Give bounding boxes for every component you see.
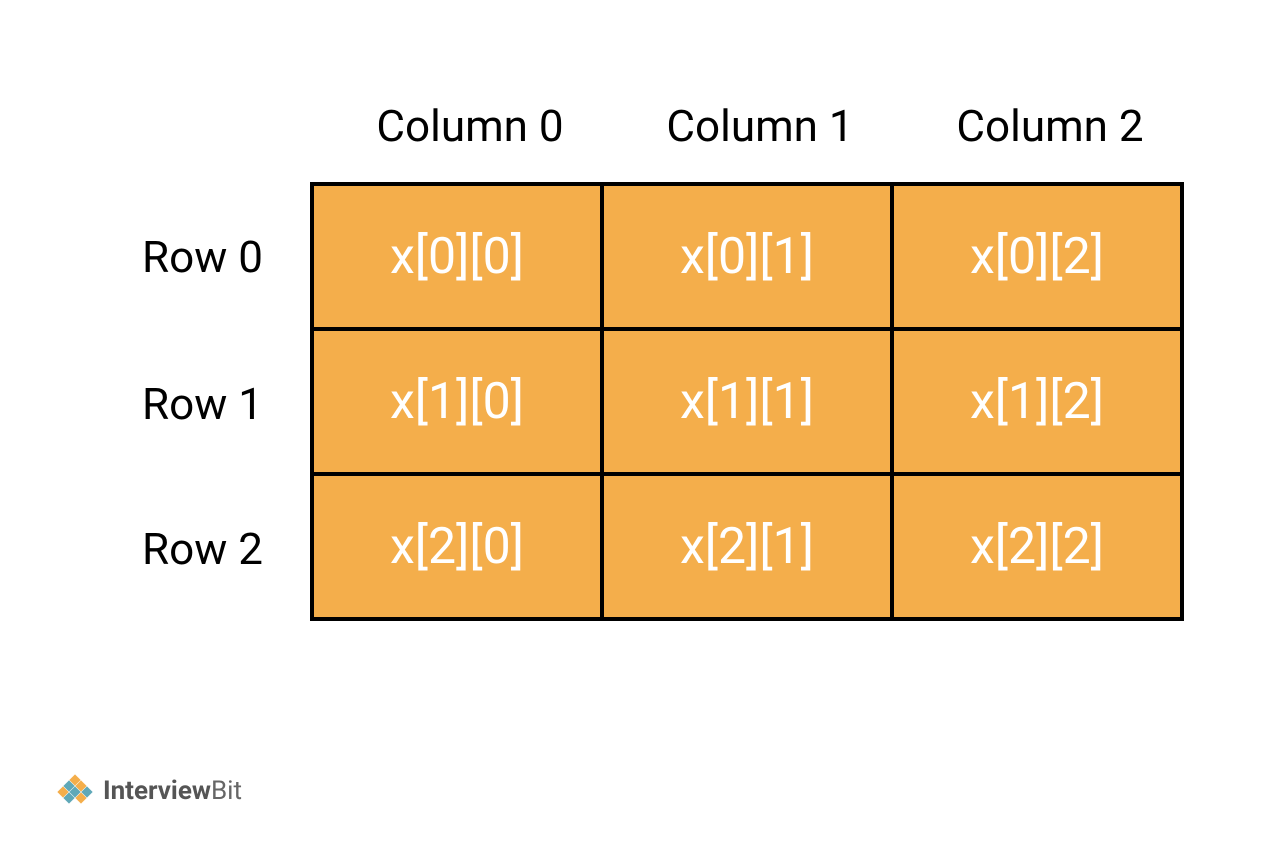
cell-value: x[1][0] <box>321 338 593 465</box>
logo-text-light: Bit <box>211 776 242 806</box>
grid-row-0: Row 0 x[0][0] x[0][1] x[0][2] <box>110 182 1195 331</box>
logo-icon <box>55 774 95 808</box>
column-headers: Column 0 Column 1 Column 2 <box>325 100 1195 152</box>
cell-2-0: x[2][0] <box>314 476 604 621</box>
cell-1-2: x[1][2] <box>894 331 1184 476</box>
cell-value: x[1][1] <box>611 338 883 465</box>
cell-2-1: x[2][1] <box>604 476 894 621</box>
row-cells-1: x[1][0] x[1][1] x[1][2] <box>310 331 1184 476</box>
cell-1-0: x[1][0] <box>314 331 604 476</box>
grid-row-2: Row 2 x[2][0] x[2][1] x[2][2] <box>110 476 1195 621</box>
row-cells-2: x[2][0] x[2][1] x[2][2] <box>310 476 1184 621</box>
cell-value: x[0][2] <box>901 193 1173 320</box>
array-diagram: Column 0 Column 1 Column 2 Row 0 x[0][0]… <box>110 100 1195 621</box>
grid-area: Row 0 x[0][0] x[0][1] x[0][2] Row 1 x[1]… <box>110 182 1195 621</box>
column-header-0: Column 0 <box>325 100 615 152</box>
row-cells-0: x[0][0] x[0][1] x[0][2] <box>310 182 1184 331</box>
grid-row-1: Row 1 x[1][0] x[1][1] x[1][2] <box>110 331 1195 476</box>
logo-text-bold: Interview <box>103 776 211 806</box>
column-header-2: Column 2 <box>905 100 1195 152</box>
cell-0-2: x[0][2] <box>894 186 1184 331</box>
cell-1-1: x[1][1] <box>604 331 894 476</box>
cell-value: x[2][1] <box>611 483 883 610</box>
cell-0-0: x[0][0] <box>314 186 604 331</box>
cell-value: x[2][0] <box>321 483 593 610</box>
cell-value: x[0][0] <box>321 193 593 320</box>
row-label-1: Row 1 <box>110 378 310 430</box>
row-label-2: Row 2 <box>110 523 310 575</box>
cell-value: x[0][1] <box>611 193 883 320</box>
row-label-0: Row 0 <box>110 231 310 283</box>
cell-0-1: x[0][1] <box>604 186 894 331</box>
cell-value: x[1][2] <box>901 338 1173 465</box>
column-header-1: Column 1 <box>615 100 905 152</box>
cell-2-2: x[2][2] <box>894 476 1184 621</box>
logo-text: InterviewBit <box>103 776 242 806</box>
cell-value: x[2][2] <box>901 483 1173 610</box>
logo: InterviewBit <box>55 774 242 808</box>
